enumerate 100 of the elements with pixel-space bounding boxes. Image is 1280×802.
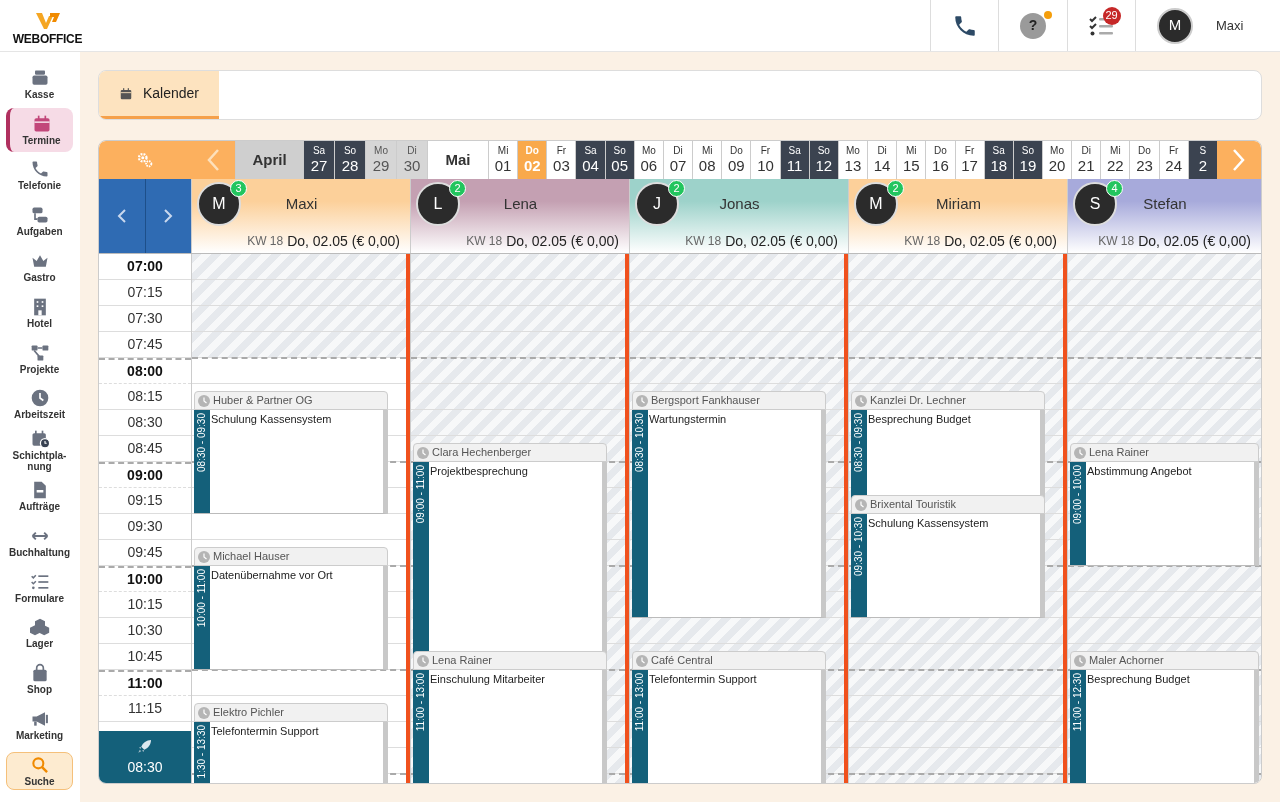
previous-button[interactable] [99, 179, 145, 253]
date-label: Do, 02.05 (€ 0,00) [506, 231, 619, 251]
sidebar-item[interactable]: Formulare [6, 565, 73, 610]
time-label: 08:15 [127, 387, 163, 406]
help-button[interactable]: ? [1020, 12, 1046, 39]
chevron-right-icon [163, 208, 174, 224]
time-bar: 08:30 - 09:30 [194, 410, 210, 513]
day-button[interactable]: Mo 29 [365, 141, 396, 179]
appointment-title: Besprechung Budget [1086, 672, 1190, 686]
clock-icon [29, 388, 50, 409]
date-label: Do, 02.05 (€ 0,00) [287, 231, 400, 251]
client-name: Lena Rainer [432, 653, 492, 669]
time-label: 08:30 [127, 413, 163, 432]
user-menu[interactable]: M Maxi [1135, 0, 1280, 51]
day-button[interactable]: Sa 11 [779, 141, 809, 179]
logo-text: WEBOFFICE [12, 32, 83, 45]
time-label: 09:15 [127, 491, 163, 510]
sidebar-item[interactable]: Termine [6, 107, 73, 152]
clock-icon [198, 550, 210, 563]
date-label: Do, 02.05 (€ 0,00) [944, 231, 1057, 251]
week-label: KW 18 [904, 233, 941, 250]
time-bar: 09:30 - 10:30 [851, 514, 867, 617]
appointment-title: Einschulung Mitarbeiter [429, 672, 545, 686]
next-button[interactable] [144, 179, 191, 253]
count-badge: 2 [887, 180, 904, 197]
week-label: KW 18 [685, 233, 722, 250]
clock-icon [198, 394, 210, 407]
settings-button[interactable] [135, 150, 155, 170]
sidebar-item[interactable]: Marketing [6, 703, 73, 748]
chevron-right-icon [1232, 148, 1246, 172]
time-label: 07:15 [127, 283, 163, 302]
client-name: Bergsport Fankhauser [651, 393, 760, 409]
sidebar-item[interactable]: Shop [6, 657, 73, 702]
appointment-title: Telefontermin Support [648, 672, 757, 686]
next-button[interactable] [1217, 141, 1261, 179]
appointment-title: Abstimmung Angebot [1086, 464, 1192, 478]
sidebar-item[interactable]: Aufträge [6, 474, 73, 519]
logo-icon [33, 10, 62, 31]
sidebar-item[interactable]: Kasse [6, 61, 73, 106]
user-avatar: M [1157, 7, 1193, 44]
day-button[interactable]: Sa 18 [983, 141, 1013, 179]
current-time: 08:30 [127, 757, 163, 777]
settings-icon [136, 151, 154, 169]
search-icon [29, 754, 50, 775]
time-label: 09:45 [127, 543, 163, 562]
sidebar-item[interactable]: Schichtpla-nung [6, 428, 73, 473]
time-bar: 09:00 - 10:00 [1070, 462, 1086, 565]
time-label: 10:45 [127, 647, 163, 666]
sidebar-item[interactable]: Telefonie [6, 153, 73, 198]
tasks-button[interactable]: 29 [1067, 0, 1135, 51]
count-badge: 3 [230, 180, 247, 197]
count-badge: 4 [1106, 180, 1123, 197]
calendar-tab[interactable]: Kalender [99, 71, 219, 119]
day-button[interactable]: Sa 04 [575, 141, 605, 179]
search-button[interactable]: Suche [6, 751, 73, 790]
time-label: 10:15 [127, 595, 163, 614]
client-name: Huber & Partner OG [213, 393, 313, 409]
clock-icon [417, 446, 429, 459]
time-label: 07:45 [127, 335, 163, 354]
appointment-title: Schulung Kassensystem [210, 412, 332, 426]
sidebar-item[interactable]: Gastro [6, 245, 73, 290]
appointment-title: Wartungstermin [648, 412, 727, 426]
calendar-icon [118, 86, 133, 101]
appointment-title: Besprechung Budget [867, 412, 971, 426]
sidebar-item[interactable]: Aufgaben [6, 199, 73, 244]
time-bar: 1:30 - 13:30 [194, 722, 210, 783]
sidebar-item[interactable]: Arbeitszeit [6, 382, 73, 427]
staff-name: Miriam [935, 193, 982, 214]
count-badge: 2 [668, 180, 685, 197]
sidebar-item[interactable]: Lager [6, 611, 73, 656]
day-button[interactable]: So 28 [334, 141, 365, 179]
cubes-icon [29, 617, 50, 638]
time-label: 09:00 [127, 466, 163, 485]
chevron-left-icon [206, 148, 220, 172]
sidebar-item[interactable]: Projekte [6, 336, 73, 381]
client-name: Brixental Touristik [870, 497, 956, 513]
day-button[interactable]: S 2 [1187, 141, 1217, 179]
time-label: 09:30 [127, 517, 163, 536]
sidebar-item[interactable]: Hotel [6, 290, 73, 335]
sidebar-item[interactable]: Buchhaltung [6, 519, 73, 564]
staff-name: Stefan [1142, 193, 1188, 214]
time-label: 11:15 [128, 699, 162, 718]
client-name: Lena Rainer [1089, 445, 1149, 461]
clock-icon [636, 394, 648, 407]
appointment-title: Projektbesprechung [429, 464, 528, 478]
day-button[interactable]: Sa 27 [303, 141, 334, 179]
count-badge: 2 [449, 180, 466, 197]
day-button[interactable]: So 05 [604, 141, 634, 179]
time-label: 10:30 [127, 621, 163, 640]
client-name: Clara Hechenberger [432, 445, 532, 461]
clock-icon [417, 654, 429, 667]
day-button[interactable]: Di 30 [396, 141, 427, 179]
day-button[interactable]: So 19 [1012, 141, 1042, 179]
clock-icon [855, 498, 867, 511]
staff-name: Jonas [718, 193, 761, 214]
month-label: April [235, 141, 303, 179]
appointment-title: Schulung Kassensystem [867, 516, 989, 530]
day-button[interactable]: So 12 [808, 141, 838, 179]
client-name: Elektro Pichler [213, 705, 284, 721]
appointment-title: Datenübernahme vor Ort [210, 568, 333, 582]
